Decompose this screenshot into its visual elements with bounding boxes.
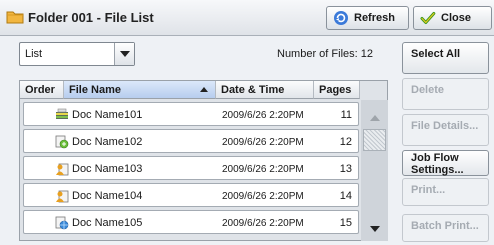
column-header-pages[interactable]: Pages [314, 81, 360, 99]
column-header-file-name-label: File Name [69, 84, 121, 96]
file-details-button[interactable]: File Details... [402, 114, 489, 146]
table-row[interactable]: Doc Name104 2009/6/26 2:20PM 14 [23, 183, 359, 207]
table-row[interactable]: Doc Name105 2009/6/26 2:20PM 15 [23, 210, 359, 234]
column-header-order-label: Order [25, 84, 55, 96]
table-row[interactable]: Doc Name101 2009/6/26 2:20PM 11 [23, 102, 359, 126]
file-pages: 13 [339, 163, 352, 175]
column-header-order[interactable]: Order [20, 81, 64, 99]
title-bar: Folder 001 - File List Refresh Close [0, 0, 494, 36]
file-name: Doc Name104 [72, 190, 143, 202]
refresh-label: Refresh [354, 12, 395, 24]
refresh-button[interactable]: Refresh [326, 6, 409, 30]
scanner-doc-icon [56, 108, 68, 119]
file-pages: 11 [340, 109, 352, 121]
file-pages: 14 [339, 190, 352, 202]
scroll-up-button[interactable] [361, 107, 388, 129]
arrow-down-icon [369, 226, 380, 232]
file-name: Doc Name101 [72, 109, 143, 121]
user-doc-icon [56, 190, 69, 203]
delete-button[interactable]: Delete [402, 78, 489, 110]
close-button[interactable]: Close [413, 6, 492, 30]
select-all-button[interactable]: Select All [402, 42, 489, 74]
job-flow-settings-button[interactable]: Job Flow Settings... [402, 150, 489, 176]
column-header-pages-label: Pages [319, 84, 352, 96]
table-row[interactable]: Doc Name103 2009/6/26 2:20PM 13 [23, 156, 359, 180]
file-list-table: Order File Name Date & Time Pages Doc Na… [19, 80, 388, 241]
column-header-file-name[interactable]: File Name [64, 81, 216, 99]
file-count-label: Number of Files: 12 [277, 48, 373, 60]
print-label: Print... [411, 184, 446, 196]
scrollbar-thumb[interactable] [363, 129, 386, 151]
print-button[interactable]: Print... [402, 178, 489, 206]
file-name: Doc Name103 [72, 163, 143, 175]
internet-fax-doc-icon [55, 216, 69, 230]
list-type-dropdown[interactable]: List [19, 42, 135, 66]
fax-doc-icon [55, 135, 69, 149]
user-doc-icon [56, 163, 69, 176]
file-date: 2009/6/26 2:20PM [222, 137, 304, 148]
scroll-down-button[interactable] [361, 218, 388, 240]
close-label: Close [441, 12, 471, 24]
arrow-up-icon [369, 115, 380, 121]
job-flow-label-line1: Job Flow [411, 152, 459, 164]
file-date: 2009/6/26 2:20PM [222, 218, 304, 229]
column-header-date-time-label: Date & Time [221, 84, 285, 96]
batch-print-button[interactable]: Batch Print... [402, 214, 489, 242]
chevron-down-icon[interactable] [114, 43, 134, 65]
file-details-label: File Details... [411, 120, 479, 132]
sort-ascending-icon [200, 87, 208, 92]
batch-print-label: Batch Print... [411, 220, 479, 232]
job-flow-label-line2: Settings... [411, 164, 464, 176]
select-all-label: Select All [411, 48, 461, 60]
refresh-icon [333, 10, 349, 26]
file-date: 2009/6/26 2:20PM [222, 191, 304, 202]
file-pages: 12 [339, 136, 352, 148]
list-type-value: List [25, 48, 43, 60]
file-name: Doc Name102 [72, 136, 143, 148]
checkmark-icon [420, 10, 436, 26]
file-date: 2009/6/26 2:20PM [222, 110, 304, 121]
delete-label: Delete [411, 84, 445, 96]
folder-icon [6, 11, 24, 24]
page-title: Folder 001 - File List [28, 10, 154, 25]
table-row[interactable]: Doc Name102 2009/6/26 2:20PM 12 [23, 129, 359, 153]
column-header-date-time[interactable]: Date & Time [216, 81, 314, 99]
file-date: 2009/6/26 2:20PM [222, 164, 304, 175]
file-pages: 15 [339, 217, 352, 229]
file-name: Doc Name105 [72, 217, 143, 229]
